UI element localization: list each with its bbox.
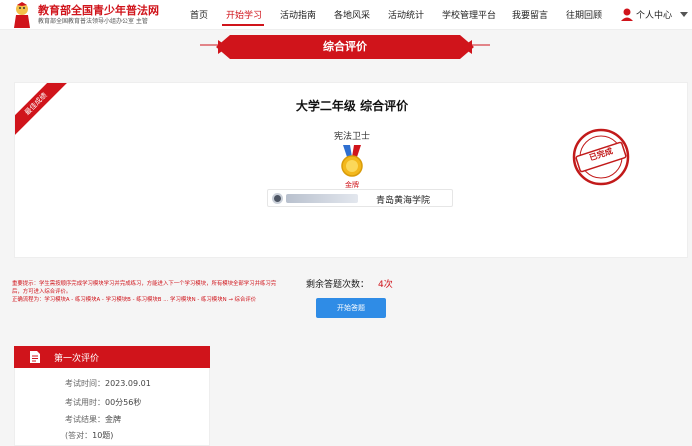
avatar bbox=[272, 193, 283, 204]
exam-time-row: 考试时间：2023.09.01 bbox=[65, 378, 151, 389]
first-evaluation-title: 第一次评价 bbox=[54, 354, 100, 364]
student-name-redacted bbox=[286, 194, 358, 203]
nav-activity-stats[interactable]: 活动统计 bbox=[388, 8, 424, 21]
banner-title: 综合评价 bbox=[323, 40, 367, 53]
nav-leave-message[interactable]: 我要留言 bbox=[512, 8, 548, 21]
remaining-attempts-count: 4次 bbox=[378, 280, 393, 290]
site-subtitle: 教育部全国教育普法领导小组办公室 主管 bbox=[38, 18, 148, 25]
nav-past-review[interactable]: 往期回顾 bbox=[566, 8, 602, 21]
document-icon bbox=[30, 351, 40, 363]
school-name: 青岛黄海学院 bbox=[376, 196, 431, 206]
correct-count-row: (答对：10题) bbox=[65, 430, 113, 441]
exam-result-label: 考试结果： bbox=[65, 415, 105, 424]
chevron-down-icon[interactable] bbox=[680, 12, 688, 17]
notice-line-1: 重要提示：学生需按顺序完成学习模块学习并完成练习，方能进入下一个学习模块，所有模… bbox=[12, 281, 277, 295]
nav-start-learning[interactable]: 开始学习 bbox=[226, 8, 262, 21]
exam-time-label: 考试时间： bbox=[65, 379, 105, 388]
first-evaluation-header: 第一次评价 bbox=[14, 346, 210, 368]
site-logo-icon[interactable] bbox=[10, 2, 34, 28]
exam-duration-label: 考试用时： bbox=[65, 398, 105, 407]
nav-activity-guide[interactable]: 活动指南 bbox=[280, 8, 316, 21]
exam-duration-value: 00分56秒 bbox=[105, 398, 142, 407]
personal-center-link[interactable]: 个人中心 bbox=[636, 8, 672, 21]
important-notice: 重要提示：学生需按顺序完成学习模块学习并完成练习，方能进入下一个学习模块，所有模… bbox=[12, 280, 282, 304]
exam-time-value: 2023.09.01 bbox=[105, 379, 151, 388]
remaining-attempts-label: 剩余答题次数： bbox=[306, 280, 370, 290]
exam-result-row: 考试结果：金牌 bbox=[65, 414, 121, 425]
top-header: 教育部全国青少年普法网 教育部全国教育普法领导小组办公室 主管 首页 开始学习 … bbox=[0, 0, 692, 30]
correct-count-label: (答对： bbox=[65, 431, 93, 440]
nav-school-platform[interactable]: 学校管理平台 bbox=[442, 8, 496, 21]
exam-duration-row: 考试用时：00分56秒 bbox=[65, 397, 141, 408]
student-school-bar: 青岛黄海学院 bbox=[267, 189, 453, 207]
nav-home[interactable]: 首页 bbox=[190, 8, 208, 21]
gold-medal-icon bbox=[341, 145, 363, 177]
start-answering-button[interactable]: 开始答题 bbox=[316, 298, 386, 318]
notice-line-2: 正确流程为：学习模块A - 练习模块A - 学习模块B - 练习模块B ... … bbox=[12, 297, 257, 303]
correct-count-value: 10题) bbox=[92, 431, 114, 440]
nav-active-indicator bbox=[222, 24, 264, 26]
result-card: 最佳成绩 大学二年级 综合评价 宪法卫士 金牌 青岛黄海学院 已完成 bbox=[14, 82, 688, 258]
exam-result-value: 金牌 bbox=[105, 415, 121, 424]
first-evaluation-details: 考试时间：2023.09.01 考试用时：00分56秒 考试结果：金牌 (答对：… bbox=[14, 368, 210, 446]
card-title: 大学二年级 综合评价 bbox=[295, 99, 409, 113]
user-avatar-icon[interactable] bbox=[620, 7, 634, 21]
nav-regional-showcase[interactable]: 各地风采 bbox=[334, 8, 370, 21]
